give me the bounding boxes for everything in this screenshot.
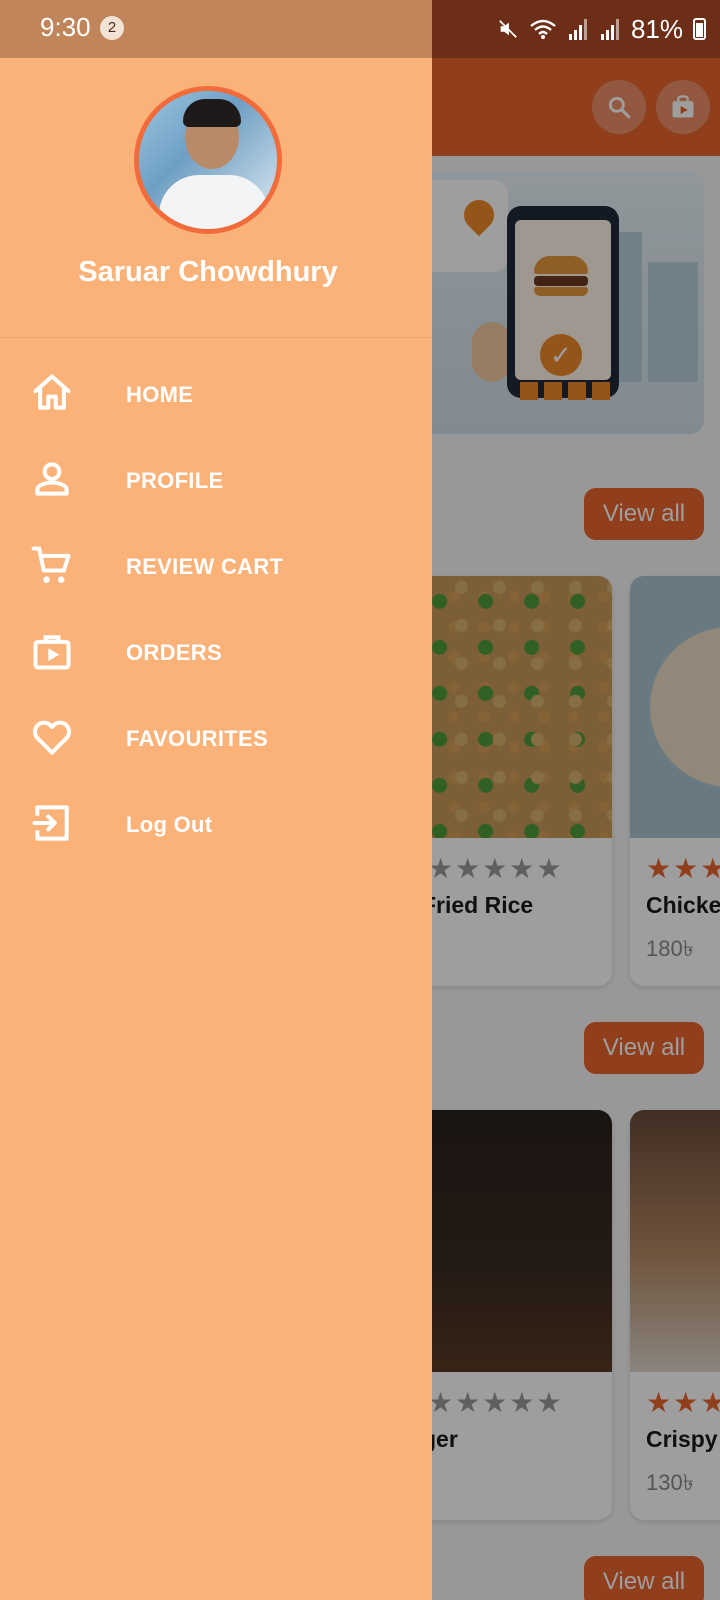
- menu-item-favourites[interactable]: FAVOURITES: [0, 702, 432, 776]
- cart-icon: [31, 546, 71, 583]
- menu-item-profile[interactable]: PROFILE: [0, 444, 432, 518]
- menu-item-label: FAVOURITES: [126, 726, 268, 751]
- heart-icon: [32, 720, 72, 755]
- drawer-header: Saruar Chowdhury: [0, 58, 432, 338]
- menu-item-label: HOME: [126, 382, 194, 407]
- logout-icon: [32, 805, 69, 841]
- battery-percent: 81%: [630, 13, 683, 44]
- notification-badge: 2: [100, 16, 124, 40]
- navigation-drawer: Saruar Chowdhury HOME PROFILE REVIEW CAR…: [0, 58, 432, 1600]
- menu-item-log-out[interactable]: Log Out: [0, 788, 432, 862]
- signal-icon: [599, 18, 621, 40]
- menu-item-label: Log Out: [126, 812, 213, 837]
- menu-item-label: REVIEW CART: [126, 554, 284, 579]
- avatar[interactable]: [134, 86, 282, 234]
- signal-icon: [567, 18, 589, 40]
- shopping-bag-icon: [33, 635, 71, 670]
- user-name: Saruar Chowdhury: [78, 256, 338, 288]
- status-bar: 9:30 2 81%: [0, 0, 720, 58]
- home-icon: [33, 374, 71, 410]
- menu-item-home[interactable]: HOME: [0, 358, 432, 432]
- menu-item-label: ORDERS: [126, 640, 222, 665]
- person-icon: [35, 462, 69, 496]
- mute-icon: [499, 20, 517, 38]
- wifi-icon: [530, 19, 556, 39]
- status-time: 9:30: [40, 12, 91, 42]
- menu-item-review-cart[interactable]: REVIEW CART: [0, 530, 432, 604]
- menu-item-label: PROFILE: [126, 468, 224, 493]
- menu-item-orders[interactable]: ORDERS: [0, 616, 432, 690]
- battery-icon: [693, 18, 706, 40]
